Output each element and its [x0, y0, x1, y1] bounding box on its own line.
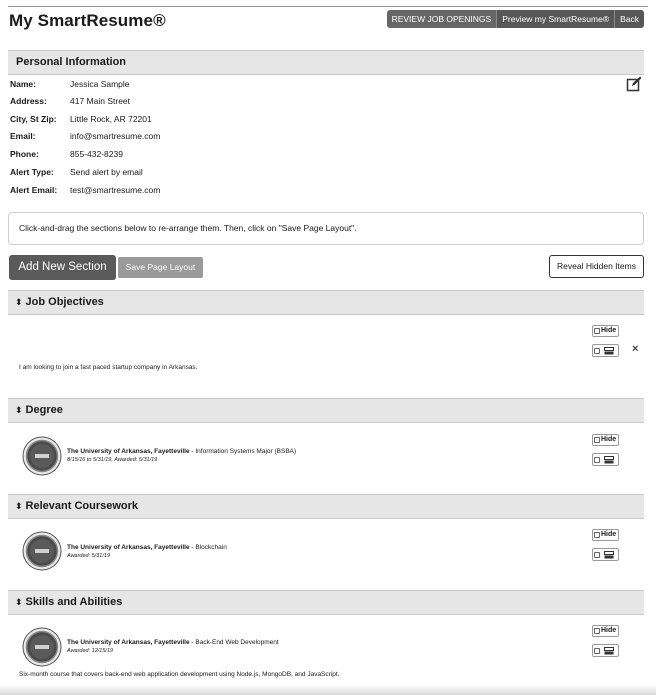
phone-label: Phone:: [10, 149, 39, 159]
hide-toggle[interactable]: Hide: [592, 529, 619, 541]
checkbox-icon: [594, 532, 600, 538]
add-new-section-button[interactable]: Add New Section: [9, 255, 116, 280]
name-label: Name:: [10, 79, 36, 89]
instructions-box: Click-and-drag the sections below to re-…: [8, 212, 644, 245]
job-objective-text: I am looking to join a fast paced startu…: [19, 364, 198, 371]
email-row: Email: info@smartresume.com: [10, 129, 160, 143]
checkbox-icon: [594, 551, 600, 558]
layout-toggle[interactable]: [592, 453, 619, 466]
section-title: Relevant Coursework: [25, 500, 139, 512]
institution-name: The University of Arkansas, Fayetteville: [67, 639, 190, 646]
entry-dates: 8/15/16 to 5/31/19, Awarded: 5/31/19: [67, 457, 158, 463]
hide-toggle[interactable]: Hide: [592, 325, 619, 337]
page-title: My SmartResume®: [9, 11, 166, 30]
university-seal-icon: [22, 531, 62, 571]
scroll-fade: [0, 685, 656, 695]
address-label: Address:: [10, 96, 47, 106]
university-seal-icon: [22, 627, 62, 667]
section-header-skills-and-abilities[interactable]: ⬍ Skills and Abilities: [8, 590, 644, 615]
entry-dates: Awarded: 5/31/19: [67, 553, 111, 559]
city-value: Little Rock, AR 72201: [70, 114, 152, 124]
hide-toggle[interactable]: Hide: [592, 434, 619, 446]
review-job-openings-button[interactable]: REVIEW JOB OPENINGS: [386, 10, 498, 28]
phone-row: Phone: 855-432-8239: [10, 147, 123, 161]
degree-entry: The University of Arkansas, Fayetteville…: [67, 447, 296, 465]
edit-icon[interactable]: [626, 76, 642, 92]
back-button[interactable]: Back: [615, 10, 644, 28]
entry-detail: - Back-End Web Development: [189, 639, 279, 646]
city-row: City, St Zip: Little Rock, AR 72201: [10, 112, 152, 126]
section-header-job-objectives[interactable]: ⬍ Job Objectives: [8, 290, 644, 315]
name-value: Jessica Sample: [70, 79, 130, 89]
delete-section-icon[interactable]: ×: [632, 343, 638, 355]
save-page-layout-button[interactable]: Save Page Layout: [118, 257, 203, 278]
alert-email-row: Alert Email: test@smartresume.com: [10, 183, 160, 197]
entry-dates: Awarded: 12/15/19: [67, 648, 114, 654]
email-value: info@smartresume.com: [70, 131, 161, 141]
section-title: Job Objectives: [25, 296, 104, 308]
alert-type-label: Alert Type:: [10, 167, 54, 177]
section-title: Degree: [25, 404, 63, 416]
phone-value: 855-432-8239: [70, 149, 123, 159]
checkbox-icon: [594, 647, 600, 654]
institution-name: The University of Arkansas, Fayetteville: [67, 544, 190, 551]
entry-detail: - Information Systems Major (BSBA): [189, 448, 297, 455]
layout-icon: [604, 455, 614, 463]
reveal-hidden-items-button[interactable]: Reveal Hidden Items: [549, 255, 644, 278]
layout-toggle[interactable]: [592, 644, 619, 657]
top-button-group: REVIEW JOB OPENINGS Preview my SmartResu…: [386, 10, 644, 28]
alert-type-row: Alert Type: Send alert by email: [10, 165, 143, 179]
personal-info-header: Personal Information: [8, 50, 644, 75]
checkbox-icon: [594, 437, 600, 443]
address-row: Address: 417 Main Street: [10, 94, 130, 108]
preview-resume-button[interactable]: Preview my SmartResume®: [497, 10, 616, 28]
layout-icon: [604, 646, 614, 654]
institution-name: The University of Arkansas, Fayetteville: [67, 448, 190, 455]
section-header-degree[interactable]: ⬍ Degree: [8, 398, 644, 423]
layout-toggle[interactable]: [592, 344, 619, 357]
layout-icon: [604, 346, 614, 354]
city-label: City, St Zip:: [10, 114, 57, 124]
checkbox-icon: [594, 328, 600, 334]
top-divider: [8, 6, 648, 7]
email-label: Email:: [10, 131, 36, 141]
layout-toggle[interactable]: [592, 548, 619, 561]
skills-description: Six-month course that covers back-end we…: [19, 671, 340, 678]
address-value: 417 Main Street: [70, 96, 131, 106]
checkbox-icon: [594, 628, 600, 634]
alert-type-value: Send alert by email: [70, 167, 143, 177]
university-seal-icon: [22, 436, 62, 476]
checkbox-icon: [594, 347, 600, 354]
entry-detail: - Blockchain: [189, 544, 227, 551]
sort-arrows-icon: ⬍: [15, 501, 23, 511]
sort-arrows-icon: ⬍: [15, 297, 23, 307]
sort-arrows-icon: ⬍: [15, 405, 23, 415]
sort-arrows-icon: ⬍: [15, 597, 23, 607]
section-header-relevant-coursework[interactable]: ⬍ Relevant Coursework: [8, 494, 644, 519]
section-title: Skills and Abilities: [25, 596, 123, 608]
name-row: Name: Jessica Sample: [10, 77, 130, 91]
checkbox-icon: [594, 456, 600, 463]
skills-entry: The University of Arkansas, Fayetteville…: [67, 638, 279, 656]
hide-toggle[interactable]: Hide: [592, 625, 619, 637]
alert-email-label: Alert Email:: [10, 185, 58, 195]
coursework-entry: The University of Arkansas, Fayetteville…: [67, 543, 227, 561]
layout-icon: [604, 550, 614, 558]
alert-email-value: test@smartresume.com: [70, 185, 161, 195]
